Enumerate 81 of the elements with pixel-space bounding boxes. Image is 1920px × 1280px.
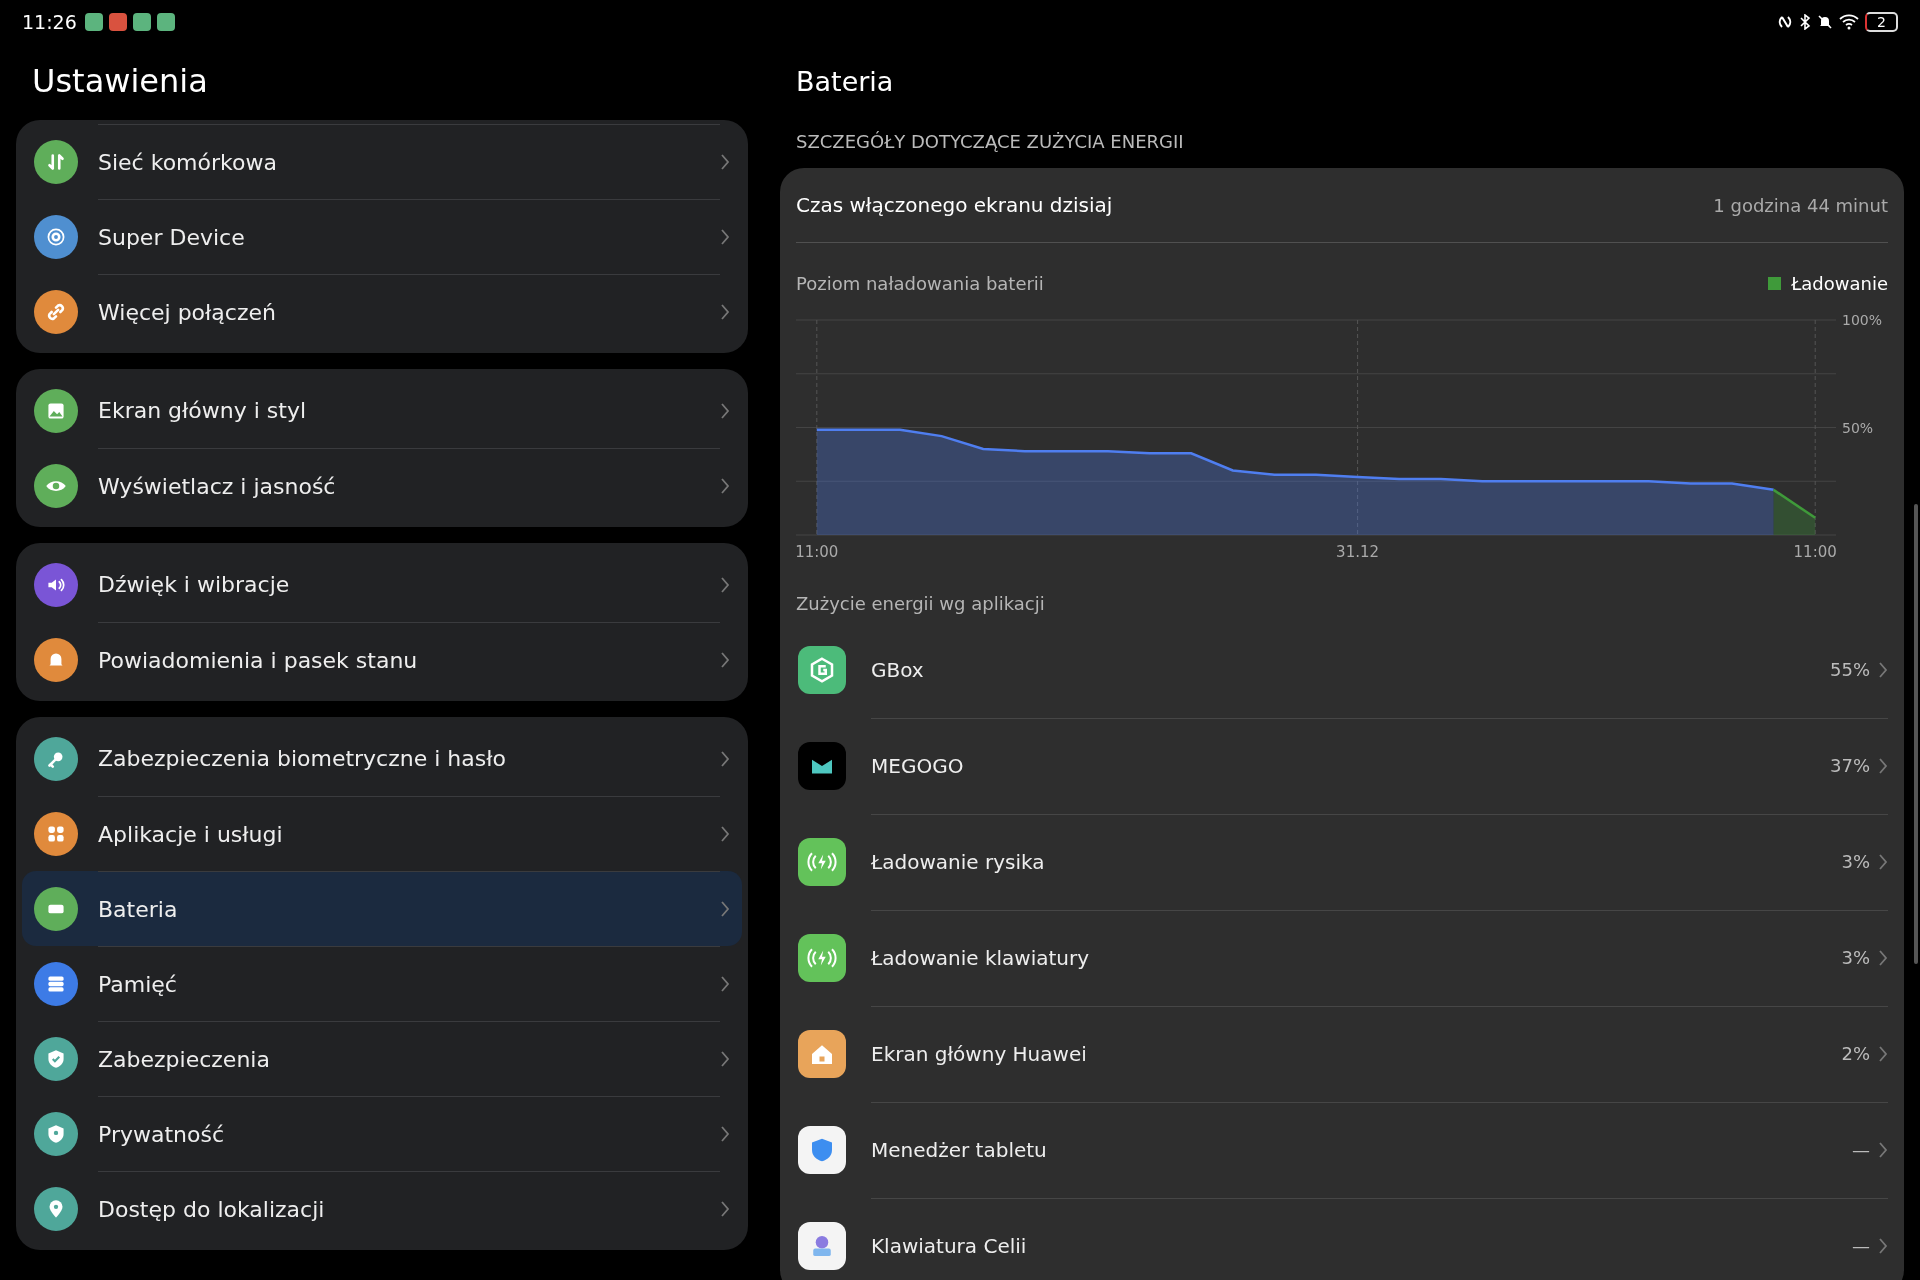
app-usage-row[interactable]: Ładowanie rysika 3% [796,814,1888,910]
section-heading: SZCZEGÓŁY DOTYCZĄCE ZUŻYCIA ENERGII [796,131,1185,152]
chevron-right-icon [1878,1140,1888,1159]
settings-item[interactable]: Zabezpieczenia [22,1021,742,1096]
app-usage-row[interactable]: GBox 55% [796,622,1888,718]
bell-muted-icon [1817,14,1834,30]
settings-item[interactable]: Więcej połączeń [22,274,742,349]
chevron-right-icon [720,1124,730,1143]
axis-label: 11:00 [1793,543,1837,561]
app-name: Ładowanie klawiatury [871,945,1091,970]
app-usage-row[interactable]: MEGOGO 37% [796,718,1888,814]
chevron-right-icon [720,899,730,918]
screen-time-value: 1 godzina 44 minut [1713,194,1888,216]
chevron-right-icon [720,227,730,246]
app-name: MEGOGO [871,753,965,778]
app-name: Ładowanie rysika [871,849,1046,874]
shield-icon [798,1126,846,1174]
app-usage-row[interactable]: Ekran główny Huawei 2% [796,1006,1888,1102]
page-title: Ustawienia [32,62,209,100]
app-name: Ekran główny Huawei [871,1041,1088,1066]
legend-label: Ładowanie [1791,273,1888,294]
chevron-right-icon [720,749,730,768]
settings-item[interactable]: Dźwięk i wibracje [22,547,742,622]
settings-item[interactable]: Wyświetlacz i jasność [22,448,742,523]
axis-label: 100% [1842,312,1883,328]
settings-item[interactable]: Sieć komórkowa [22,124,742,199]
chevron-right-icon [720,476,730,495]
chevron-right-icon [1878,852,1888,871]
app-usage-row[interactable]: Klawiatura Celii — [796,1198,1888,1280]
apps-heading: Zużycie energii wg aplikacji [796,593,1045,614]
app-name: Menedżer tabletu [871,1137,1048,1162]
app-usage-row[interactable]: Ładowanie klawiatury 3% [796,910,1888,1006]
hexagon-letter-icon [798,646,846,694]
wireless-charging-icon [798,934,846,982]
chevron-right-icon [720,650,730,669]
chevron-right-icon [1878,1236,1888,1255]
house-icon [798,1030,846,1078]
app-usage-row[interactable]: Menedżer tabletu — [796,1102,1888,1198]
chevron-right-icon [720,1199,730,1218]
chevron-right-icon [1878,948,1888,967]
chevron-right-icon [720,1049,730,1068]
envelope-shape-icon [798,742,846,790]
app-name: Klawiatura Celii [871,1233,1028,1258]
axis-label: 11:00 [796,543,839,561]
settings-item[interactable]: Powiadomienia i pasek stanu [22,622,742,697]
app-name: GBox [871,657,925,682]
chevron-right-icon [1878,660,1888,679]
axis-label: 31.12 [1336,543,1380,561]
detail-title: Bateria [796,66,895,97]
usage-percent: 55% [1830,659,1870,680]
settings-item[interactable]: Prywatność [22,1096,742,1171]
usage-percent: 3% [1841,947,1870,968]
battery-level: 2 [1865,12,1898,32]
settings-item[interactable]: Pamięć [22,946,742,1021]
usage-percent: 3% [1841,851,1870,872]
chevron-right-icon [720,302,730,321]
settings-item[interactable]: Super Device [22,199,742,274]
axis-label: 50% [1842,419,1874,436]
settings-item[interactable]: Zabezpieczenia biometryczne i hasło [22,721,742,796]
settings-item[interactable]: Dostęp do lokalizacji [22,1171,742,1246]
screen-time-label: Czas włączonego ekranu dzisiaj [796,193,1113,217]
settings-item[interactable]: Bateria [22,871,742,946]
chevron-right-icon [720,974,730,993]
clock-time: 11:26 [22,11,77,33]
settings-item[interactable]: Aplikacje i usługi [22,796,742,871]
chevron-right-icon [1878,756,1888,775]
chevron-right-icon [720,401,730,420]
bluetooth-icon [1799,14,1812,30]
chevron-right-icon [720,575,730,594]
usage-percent: — [1852,1235,1870,1256]
chevron-right-icon [1878,1044,1888,1063]
usage-percent: 2% [1841,1043,1870,1064]
usage-percent: 37% [1830,755,1870,776]
settings-item[interactable]: Ekran główny i styl [22,373,742,448]
wifi-icon [1839,14,1860,30]
usage-percent: — [1852,1139,1870,1160]
wireless-charging-icon [798,838,846,886]
chevron-right-icon [720,824,730,843]
nfc-icon [1777,14,1794,30]
chevron-right-icon [720,152,730,171]
chart-title: Poziom naładowania baterii [796,273,1044,294]
